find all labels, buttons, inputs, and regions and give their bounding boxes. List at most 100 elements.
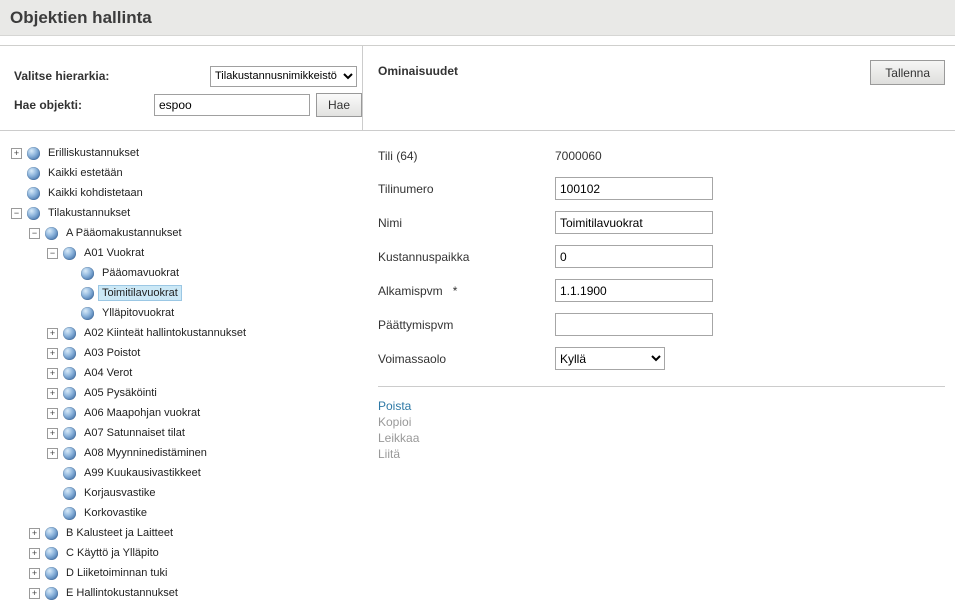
- save-button[interactable]: Tallenna: [870, 60, 945, 85]
- collapse-icon[interactable]: −: [29, 228, 40, 239]
- tree-item-label[interactable]: A05 Pysäköinti: [81, 386, 160, 400]
- tree-item[interactable]: − A01 Vuokrat: [0, 243, 363, 263]
- expand-icon[interactable]: +: [47, 448, 58, 459]
- field-label-alkamispvm: Alkamispvm *: [378, 284, 555, 298]
- field-select-voimassaolo[interactable]: Kyllä: [555, 347, 665, 370]
- field-input-tilinumero[interactable]: [555, 177, 713, 200]
- expand-icon[interactable]: +: [47, 428, 58, 439]
- search-button[interactable]: Hae: [316, 93, 362, 117]
- field-label-tili: Tili (64): [378, 149, 555, 163]
- topbar: Valitse hierarkia: Tilakustannusnimikkei…: [0, 46, 955, 131]
- form-row-nimi: Nimi: [378, 211, 955, 234]
- tree-item-label[interactable]: A Pääomakustannukset: [63, 226, 185, 240]
- tree-item[interactable]: − Tilakustannukset: [0, 203, 363, 223]
- tree-item[interactable]: + A04 Verot: [0, 363, 363, 383]
- tree-item[interactable]: + A05 Pysäköinti: [0, 383, 363, 403]
- tree-indent: [47, 488, 58, 499]
- field-input-kustannuspaikka[interactable]: [555, 245, 713, 268]
- field-input-nimi[interactable]: [555, 211, 713, 234]
- topbar-right: Ominaisuudet Tallenna: [363, 46, 955, 131]
- expand-icon[interactable]: +: [29, 568, 40, 579]
- tree-item-label[interactable]: A08 Myynninedistäminen: [81, 446, 210, 460]
- tree-item[interactable]: + A03 Poistot: [0, 343, 363, 363]
- properties-panel: Tili (64)7000060TilinumeroNimiKustannusp…: [363, 131, 955, 602]
- required-asterisk: *: [443, 284, 458, 298]
- action-link-kopioi: Kopioi: [378, 415, 411, 429]
- topbar-left: Valitse hierarkia: Tilakustannusnimikkei…: [0, 46, 363, 131]
- field-input-paattymispvm[interactable]: [555, 313, 713, 336]
- page-title: Objektien hallinta: [10, 8, 152, 28]
- expand-icon[interactable]: +: [29, 528, 40, 539]
- tree-item[interactable]: + A02 Kiinteät hallintokustannukset: [0, 323, 363, 343]
- tree-item[interactable]: + B Kalusteet ja Laitteet: [0, 523, 363, 543]
- tree-indent: [65, 268, 76, 279]
- search-row: Hae objekti: Hae: [14, 93, 362, 117]
- tree-item-label[interactable]: A06 Maapohjan vuokrat: [81, 406, 203, 420]
- tree-item-label[interactable]: A04 Verot: [81, 366, 135, 380]
- expand-icon[interactable]: +: [47, 348, 58, 359]
- globe-icon: [63, 447, 76, 460]
- globe-icon: [63, 467, 76, 480]
- tree-item[interactable]: + D Liiketoiminnan tuki: [0, 563, 363, 583]
- app-header: Objektien hallinta: [0, 0, 955, 36]
- tree-item[interactable]: Pääomavuokrat: [0, 263, 363, 283]
- tree-item-label[interactable]: A01 Vuokrat: [81, 246, 147, 260]
- expand-icon[interactable]: +: [47, 328, 58, 339]
- tree-item-label[interactable]: Kaikki estetään: [45, 166, 126, 180]
- tree-item-label[interactable]: Korjausvastike: [81, 486, 159, 500]
- form-row-paattymispvm: Päättymispvm: [378, 313, 955, 336]
- collapse-icon[interactable]: −: [47, 248, 58, 259]
- action-link-poista[interactable]: Poista: [378, 399, 411, 413]
- tree-item-label[interactable]: Toimitilavuokrat: [99, 286, 181, 300]
- tree-item[interactable]: + C Käyttö ja Ylläpito: [0, 543, 363, 563]
- globe-icon: [63, 507, 76, 520]
- tree-indent: [65, 288, 76, 299]
- collapse-icon[interactable]: −: [11, 208, 22, 219]
- tree-item[interactable]: Kaikki kohdistetaan: [0, 183, 363, 203]
- tree-item[interactable]: Korkovastike: [0, 503, 363, 523]
- tree-item[interactable]: Korjausvastike: [0, 483, 363, 503]
- tree-item-label[interactable]: Pääomavuokrat: [99, 266, 182, 280]
- properties-title: Ominaisuudet: [378, 64, 458, 78]
- tree-item[interactable]: − A Pääomakustannukset: [0, 223, 363, 243]
- tree-item[interactable]: A99 Kuukausivastikkeet: [0, 463, 363, 483]
- tree-item-label[interactable]: B Kalusteet ja Laitteet: [63, 526, 176, 540]
- form-row-alkamispvm: Alkamispvm *: [378, 279, 955, 302]
- tree-item-label[interactable]: D Liiketoiminnan tuki: [63, 566, 171, 580]
- field-input-alkamispvm[interactable]: [555, 279, 713, 302]
- field-label-kustannuspaikka: Kustannuspaikka: [378, 250, 555, 264]
- tree-item[interactable]: + A06 Maapohjan vuokrat: [0, 403, 363, 423]
- tree-item[interactable]: Ylläpitovuokrat: [0, 303, 363, 323]
- globe-icon: [27, 187, 40, 200]
- expand-icon[interactable]: +: [11, 148, 22, 159]
- tree-item[interactable]: + E Hallintokustannukset: [0, 583, 363, 602]
- expand-icon[interactable]: +: [47, 388, 58, 399]
- expand-icon[interactable]: +: [29, 588, 40, 599]
- tree-item-label[interactable]: Korkovastike: [81, 506, 150, 520]
- tree-item-label[interactable]: A03 Poistot: [81, 346, 143, 360]
- search-input[interactable]: [154, 94, 310, 116]
- tree-item-label[interactable]: C Käyttö ja Ylläpito: [63, 546, 162, 560]
- tree-item-label[interactable]: Ylläpitovuokrat: [99, 306, 177, 320]
- expand-icon[interactable]: +: [47, 368, 58, 379]
- tree-item-label[interactable]: A02 Kiinteät hallintokustannukset: [81, 326, 249, 340]
- action-link-leikkaa: Leikkaa: [378, 431, 419, 445]
- form-row-voimassaolo: VoimassaoloKyllä: [378, 347, 955, 370]
- globe-icon: [63, 327, 76, 340]
- form-fields: Tili (64)7000060TilinumeroNimiKustannusp…: [378, 145, 955, 370]
- tree-item-label[interactable]: A99 Kuukausivastikkeet: [81, 466, 204, 480]
- tree-item[interactable]: + A08 Myynninedistäminen: [0, 443, 363, 463]
- tree-item[interactable]: + A07 Satunnaiset tilat: [0, 423, 363, 443]
- expand-icon[interactable]: +: [47, 408, 58, 419]
- tree-item-label[interactable]: E Hallintokustannukset: [63, 586, 181, 600]
- tree-item-label[interactable]: Tilakustannukset: [45, 206, 133, 220]
- tree-item-label[interactable]: Erilliskustannukset: [45, 146, 142, 160]
- tree-item[interactable]: Kaikki estetään: [0, 163, 363, 183]
- tree-item-label[interactable]: Kaikki kohdistetaan: [45, 186, 146, 200]
- tree-item[interactable]: Toimitilavuokrat: [0, 283, 363, 303]
- tree-item[interactable]: + Erilliskustannukset: [0, 143, 363, 163]
- tree-item-label[interactable]: A07 Satunnaiset tilat: [81, 426, 188, 440]
- hierarchy-select[interactable]: Tilakustannusnimikkeistö: [210, 66, 357, 87]
- expand-icon[interactable]: +: [29, 548, 40, 559]
- form-row-kustannuspaikka: Kustannuspaikka: [378, 245, 955, 268]
